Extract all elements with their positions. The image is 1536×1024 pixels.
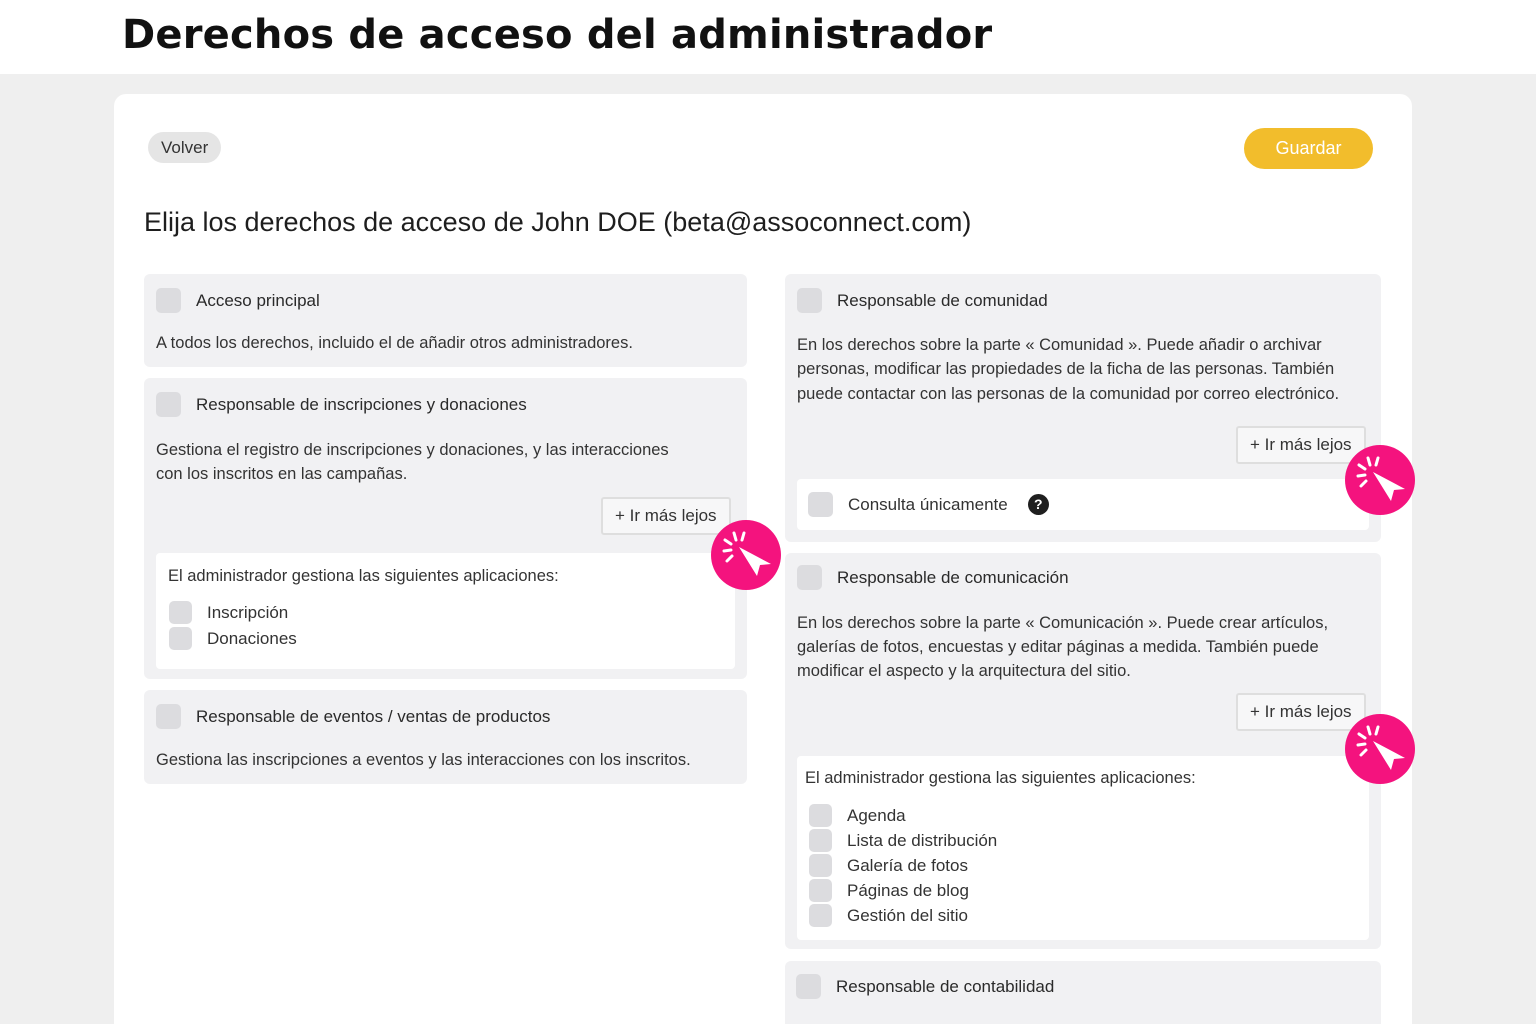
app-label: Lista de distribución: [847, 830, 998, 850]
app-label: Páginas de blog: [847, 880, 969, 900]
app-checkbox-inscripcion[interactable]: [169, 601, 192, 624]
communication-desc-line2: galerías de fotos, encuestas y editar pá…: [797, 638, 1319, 656]
communication-title: Responsable de comunicación: [837, 567, 1069, 587]
main-access-desc: A todos los derechos, incluido el de aña…: [156, 334, 633, 352]
communication-desc-line3: modificar el aspecto y la arquitectura d…: [797, 662, 1131, 680]
registrations-apps-label: El administrador gestiona las siguientes…: [168, 567, 559, 585]
community-readonly-box: Consulta únicamente ?: [797, 479, 1369, 530]
app-checkbox-donaciones[interactable]: [169, 627, 192, 650]
app-label: Galería de fotos: [847, 855, 968, 875]
events-desc: Gestiona las inscripciones a eventos y l…: [156, 751, 691, 769]
communication-apps-box: El administrador gestiona las siguientes…: [797, 756, 1369, 940]
community-desc-line2: personas, modificar las propiedades de l…: [797, 360, 1335, 378]
panel-accounting: Responsable de contabilidad: [785, 961, 1381, 1024]
main-access-title: Acceso principal: [196, 290, 320, 310]
click-cursor-icon: [1345, 445, 1415, 515]
main-access-checkbox[interactable]: [156, 288, 181, 313]
accounting-title: Responsable de contabilidad: [836, 976, 1055, 996]
panel-community: Responsable de comunidad En los derechos…: [785, 274, 1381, 542]
save-button[interactable]: Guardar: [1244, 128, 1373, 169]
community-title: Responsable de comunidad: [837, 290, 1048, 310]
page-title: Derechos de acceso del administrador: [122, 12, 993, 58]
app-checkbox-paginas-blog[interactable]: [809, 879, 832, 902]
panel-main-access: Acceso principal A todos los derechos, i…: [144, 274, 747, 367]
community-desc-line1: En los derechos sobre la parte « Comunid…: [797, 336, 1322, 354]
communication-desc-line1: En los derechos sobre la parte « Comunic…: [797, 614, 1329, 632]
accounting-checkbox[interactable]: [796, 974, 821, 999]
access-rights-heading: Elija los derechos de acceso de John DOE…: [144, 207, 972, 237]
app-label: Agenda: [847, 805, 906, 825]
community-checkbox[interactable]: [797, 288, 822, 313]
top-bar: Derechos de acceso del administrador: [0, 0, 1536, 74]
app-label: Donaciones: [207, 628, 297, 648]
panel-communication: Responsable de comunicación En los derec…: [785, 553, 1381, 949]
app-checkbox-gestion-sitio[interactable]: [809, 904, 832, 927]
communication-apps-label: El administrador gestiona las siguientes…: [805, 769, 1196, 787]
community-desc-line3: puede contactar con las personas de la c…: [797, 385, 1340, 403]
click-cursor-icon: [1345, 714, 1415, 784]
panel-registrations: Responsable de inscripciones y donacione…: [144, 378, 747, 679]
app-label: Gestión del sitio: [847, 905, 968, 925]
registrations-apps-box: El administrador gestiona las siguientes…: [156, 553, 735, 669]
app-checkbox-lista-distribucion[interactable]: [809, 829, 832, 852]
click-cursor-icon: [711, 520, 781, 590]
registrations-desc-line1: Gestiona el registro de inscripciones y …: [156, 441, 669, 459]
registrations-desc-line2: con los inscritos en las campañas.: [156, 465, 408, 483]
readonly-checkbox[interactable]: [808, 492, 833, 517]
registrations-checkbox[interactable]: [156, 392, 181, 417]
events-checkbox[interactable]: [156, 704, 181, 729]
events-title: Responsable de eventos / ventas de produ…: [196, 706, 551, 726]
communication-checkbox[interactable]: [797, 565, 822, 590]
panel-events: Responsable de eventos / ventas de produ…: [144, 690, 747, 784]
registrations-title: Responsable de inscripciones y donacione…: [196, 394, 527, 414]
question-circle-icon[interactable]: ?: [1027, 494, 1049, 515]
readonly-label: Consulta únicamente: [848, 494, 1008, 514]
app-label: Inscripción: [207, 602, 289, 622]
app-checkbox-agenda[interactable]: [809, 804, 832, 827]
back-button[interactable]: Volver: [148, 132, 222, 163]
app-checkbox-galeria-fotos[interactable]: [809, 854, 832, 877]
